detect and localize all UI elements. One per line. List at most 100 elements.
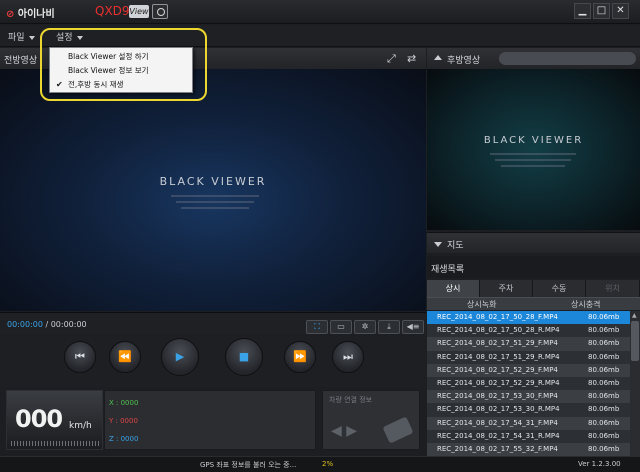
file-size: 80.06mb bbox=[588, 339, 620, 348]
file-name: REC_2014_08_02_17_53_30_R.MP4 bbox=[437, 405, 560, 414]
swap-view-icon[interactable]: ⇄ bbox=[407, 52, 416, 65]
playlist-columns: 상시녹화 상시충격 bbox=[427, 297, 640, 310]
front-brand-text: BLACK VIEWER bbox=[159, 175, 267, 188]
playlist-row[interactable]: REC_2014_08_02_17_51_29_F.MP4 80.06mb bbox=[427, 337, 630, 351]
file-name: REC_2014_08_02_17_50_28_R.MP4 bbox=[437, 326, 560, 335]
rear-video-view[interactable]: BLACK VIEWER bbox=[427, 69, 640, 230]
file-name: REC_2014_08_02_17_54_31_R.MP4 bbox=[437, 431, 560, 440]
play-icon: ▶ bbox=[175, 350, 185, 363]
tab-location[interactable]: 위치 bbox=[586, 280, 640, 297]
column-recording[interactable]: 상시녹화 bbox=[467, 299, 496, 310]
playlist-row[interactable]: REC_2014_08_02_17_50_28_R.MP4 80.06mb bbox=[427, 324, 630, 338]
playlist-row[interactable]: REC_2014_08_02_17_50_28_F.MP4 80.06mb bbox=[427, 311, 630, 325]
time-display: 00:00:00 / 00:00:00 bbox=[7, 320, 87, 329]
rear-video-label: 후방영상 bbox=[447, 56, 481, 66]
playlist-tabs: 상시 주차 수동 위치 bbox=[427, 280, 640, 297]
file-name: REC_2014_08_02_17_51_29_R.MP4 bbox=[437, 352, 560, 361]
gauge-ticks bbox=[11, 441, 99, 446]
speed-value: 000 bbox=[15, 405, 63, 433]
tab-parking[interactable]: 주차 bbox=[480, 280, 533, 297]
playlist-row[interactable]: REC_2014_08_02_17_52_29_R.MP4 80.06mb bbox=[427, 376, 630, 391]
speed-unit: km/h bbox=[69, 421, 92, 431]
playlist-header: 재생목록 bbox=[427, 256, 640, 278]
coord-x: X : 0000 bbox=[109, 399, 139, 407]
playlist-row[interactable]: REC_2014_08_02_17_54_31_F.MP4 80.06mb bbox=[427, 416, 630, 430]
app-window: ⊘ 아이나비 QXD900 View ▁ □ ✕ 파일 설정 전방영상 ⤢ ⇄ … bbox=[0, 0, 640, 472]
file-size: 80.06mb bbox=[588, 352, 620, 361]
fullscreen-icon[interactable]: ⤢ bbox=[387, 52, 396, 66]
next-button[interactable]: ⏭ bbox=[332, 341, 364, 373]
speed-gauge: 000 km/h bbox=[6, 390, 103, 450]
view-badge: View bbox=[129, 5, 149, 18]
skip-back-icon: ⏮ bbox=[75, 350, 85, 363]
total-time: 00:00:00 bbox=[50, 320, 87, 329]
front-video-view[interactable]: BLACK VIEWER bbox=[0, 69, 426, 311]
fast-forward-icon: ⏩ bbox=[293, 350, 307, 363]
status-message: GPS 좌표 정보를 불러 오는 중... bbox=[200, 461, 297, 469]
forward-button[interactable]: ⏩ bbox=[284, 341, 316, 373]
file-size: 80.06mb bbox=[588, 313, 620, 321]
rear-caption-line bbox=[495, 159, 571, 161]
close-button[interactable]: ✕ bbox=[612, 3, 629, 19]
playlist-title: 재생목록 bbox=[431, 265, 465, 275]
playlist-row[interactable]: REC_2014_08_02_17_54_31_R.MP4 80.06mb bbox=[427, 429, 630, 443]
playlist-row[interactable]: REC_2014_08_02_17_53_30_R.MP4 80.06mb bbox=[427, 403, 630, 417]
status-percent: 2% bbox=[322, 460, 334, 468]
playlist-row[interactable]: REC_2014_08_02_17_53_30_F.MP4 80.06mb bbox=[427, 390, 630, 404]
file-size: 80.06mb bbox=[588, 444, 620, 453]
scroll-thumb[interactable] bbox=[631, 321, 639, 361]
minimize-button[interactable]: ▁ bbox=[574, 3, 591, 19]
file-name: REC_2014_08_02_17_50_28_F.MP4 bbox=[437, 313, 558, 321]
scroll-up-icon[interactable]: ▲ bbox=[632, 312, 637, 319]
plug-icon bbox=[382, 416, 414, 444]
tab-always[interactable]: 상시 bbox=[427, 280, 480, 297]
stop-button[interactable]: ■ bbox=[225, 338, 263, 376]
time-separator: / bbox=[42, 320, 51, 329]
arrows-icon: ◀ ▶ bbox=[331, 423, 357, 439]
coord-z: Z : 0000 bbox=[109, 435, 139, 443]
playlist-list: REC_2014_08_02_17_50_28_F.MP4 80.06mb REC_… bbox=[427, 311, 630, 457]
version-label: Ver 1.2.3.00 bbox=[578, 460, 621, 468]
vehicle-connection-panel: 차량 연결 정보 ◀ ▶ bbox=[322, 390, 420, 450]
front-video-label: 전방영상 bbox=[4, 56, 38, 66]
rear-search-field[interactable] bbox=[499, 52, 636, 65]
logo-text: 아이나비 bbox=[17, 9, 55, 20]
collapse-icon[interactable] bbox=[434, 55, 442, 60]
column-impact[interactable]: 상시충격 bbox=[571, 299, 600, 310]
playlist-scrollbar[interactable]: ▲ bbox=[630, 311, 640, 457]
file-name: REC_2014_08_02_17_52_29_R.MP4 bbox=[437, 378, 560, 387]
front-caption-line bbox=[181, 207, 249, 209]
playlist-row[interactable]: REC_2014_08_02_17_51_29_R.MP4 80.06mb bbox=[427, 350, 630, 364]
file-name: REC_2014_08_02_17_54_31_F.MP4 bbox=[437, 418, 558, 427]
title-bar: ⊘ 아이나비 QXD900 View ▁ □ ✕ bbox=[0, 0, 640, 24]
menu-file[interactable]: 파일 bbox=[8, 30, 35, 43]
snapshot-button[interactable] bbox=[152, 4, 168, 19]
file-size: 80.06mb bbox=[588, 392, 620, 401]
expand-icon bbox=[434, 242, 442, 247]
coord-y: Y : 0000 bbox=[109, 417, 138, 425]
front-caption-line bbox=[176, 201, 254, 203]
rear-caption-line bbox=[501, 165, 565, 167]
tab-manual[interactable]: 수동 bbox=[533, 280, 586, 297]
rear-caption-line bbox=[490, 153, 576, 155]
maximize-button[interactable]: □ bbox=[593, 3, 610, 19]
map-header[interactable]: 지도 bbox=[427, 232, 640, 253]
play-button[interactable]: ▶ bbox=[161, 338, 199, 376]
rewind-button[interactable]: ⏪ bbox=[109, 341, 141, 373]
settings-gear-icon[interactable]: ✲ bbox=[354, 320, 376, 334]
status-bar: GPS 좌표 정보를 불러 오는 중... 2% Ver 1.2.3.00 bbox=[0, 456, 640, 472]
screen-icon[interactable]: ▭ bbox=[330, 320, 352, 334]
volume-icon[interactable]: ◀≡ bbox=[402, 320, 424, 334]
export-map-icon[interactable]: ⛶ bbox=[306, 320, 328, 334]
download-icon[interactable]: ⤓ bbox=[378, 320, 400, 334]
time-bar: 00:00:00 / 00:00:00 ⛶ ▭ ✲ ⤓ ◀≡ bbox=[0, 312, 426, 334]
menu-file-label: 파일 bbox=[8, 33, 25, 43]
prev-button[interactable]: ⏮ bbox=[64, 341, 96, 373]
chevron-down-icon bbox=[28, 35, 35, 40]
file-size: 80.06mb bbox=[588, 431, 620, 440]
current-time: 00:00:00 bbox=[7, 320, 43, 329]
playlist-row[interactable]: REC_2014_08_02_17_55_32_F.MP4 80.06mb bbox=[427, 442, 630, 457]
front-caption-line bbox=[171, 195, 259, 197]
rear-video-header: 후방영상 bbox=[427, 48, 640, 69]
playlist-row[interactable]: REC_2014_08_02_17_52_29_F.MP4 80.06mb bbox=[427, 363, 630, 377]
